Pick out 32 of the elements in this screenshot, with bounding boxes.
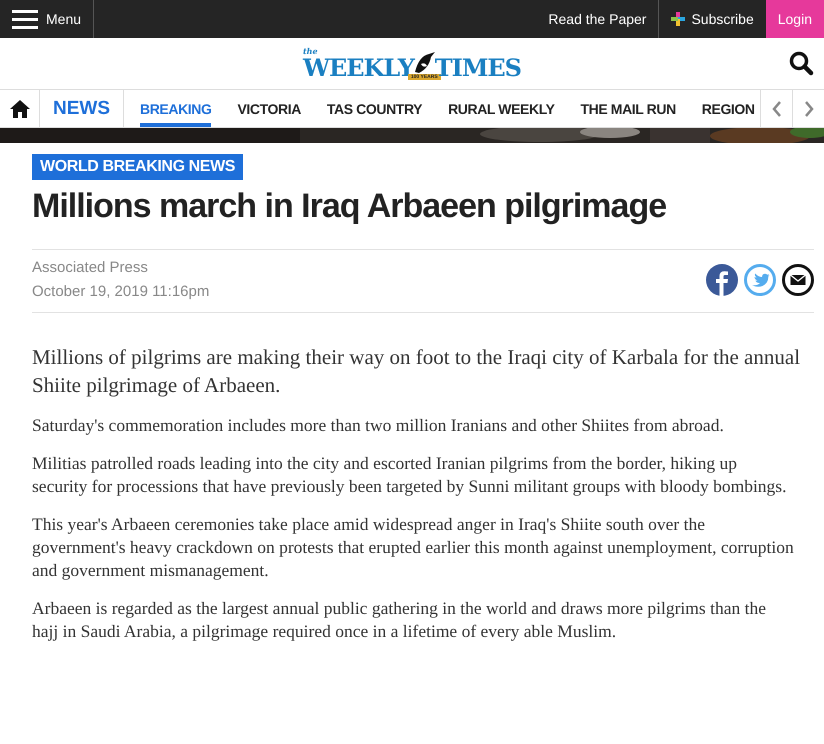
headline: Millions march in Iraq Arbaeen pilgrimage xyxy=(32,186,668,227)
article-paragraph: Arbaeen is regarded as the largest annual public gathering in the world and draws more pilgrims than the hajj in Saudi Arabia, a pilgrimage required once in a lifetime of every able Muslim. xyxy=(32,596,767,643)
home-icon xyxy=(10,100,30,118)
read-paper-link[interactable]: Read the Paper xyxy=(536,0,660,38)
logo-small-text[interactable]: the xyxy=(302,47,318,56)
nav-tab[interactable]: THE MAIL RUN xyxy=(580,90,676,127)
facebook-icon xyxy=(706,264,738,296)
chevron-left-icon xyxy=(772,100,782,116)
menu-icon xyxy=(12,9,38,29)
article-paragraph: This year's Arbaeen ceremonies take place amid widespread anger in Iraq's Shiite south over the government's heavy crackdown on protests that erupted earlier this month against unemployment, corruption and government mismanagement. xyxy=(32,512,794,582)
nav-tab[interactable]: TAS COUNTRY xyxy=(326,90,422,127)
bird-icon xyxy=(744,264,776,296)
menu-button[interactable]: Menu xyxy=(0,0,94,38)
login-button[interactable]: Login xyxy=(766,0,824,38)
plus-icon xyxy=(671,12,686,26)
category-label[interactable]: WORLD BREAKING NEWS xyxy=(32,154,244,180)
author: Associated Press xyxy=(32,258,149,278)
nav-tab[interactable]: REGION xyxy=(702,90,755,127)
article-paragraph: Militias patrolled roads leading into the city and escorted Iranian pilgrims from the border, hiking up security for processions that have previously been targeted by Sunni militant groups with bloody bombings. xyxy=(32,452,788,498)
search-button[interactable] xyxy=(788,50,814,76)
email-button[interactable] xyxy=(782,264,814,296)
article-paragraph: Saturday's commemoration includes more than two million Iranians and other Shiites from abroad. xyxy=(32,414,725,437)
news-section-link[interactable]: NEWS xyxy=(40,90,124,127)
publish-date: October 19, 2019 11:16pm xyxy=(32,282,210,302)
lead-paragraph: Millions of pilgrims are making their way on foot to the Iraqi city of Karbala for the annual Shiite pilgrimage of Arbaeen. xyxy=(32,344,802,399)
facebook-button[interactable] xyxy=(706,264,738,296)
nav-tab[interactable]: RURAL WEEKLY xyxy=(448,90,555,127)
subscribe-link[interactable]: Subscribe xyxy=(659,0,766,38)
chevron-right-icon xyxy=(804,100,814,116)
nav-tab[interactable]: VICTORIA xyxy=(237,90,301,127)
search-icon xyxy=(788,50,814,76)
envelope-icon xyxy=(782,264,814,296)
